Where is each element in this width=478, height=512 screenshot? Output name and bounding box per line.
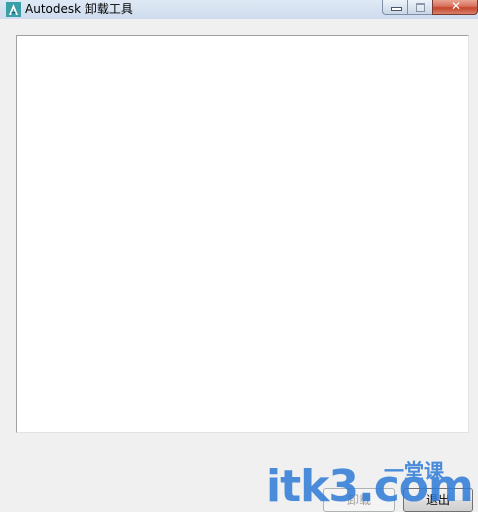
close-button[interactable]: ✕ [432, 0, 478, 15]
close-icon: ✕ [450, 0, 462, 13]
log-output-box[interactable] [16, 35, 469, 433]
app-window: Autodesk 卸载工具 ✕ 卸载 退出 itk3.com 一堂课 [0, 0, 478, 512]
window-title: Autodesk 卸载工具 [25, 2, 133, 16]
client-area: 卸载 退出 [7, 20, 473, 512]
caption-buttons: ✕ [382, 0, 478, 16]
minimize-icon [391, 7, 402, 11]
autodesk-logo-icon [6, 2, 21, 17]
maximize-button[interactable] [407, 0, 432, 15]
uninstall-button[interactable]: 卸载 [323, 488, 395, 512]
exit-button[interactable]: 退出 [403, 488, 473, 512]
minimize-button[interactable] [382, 0, 407, 15]
title-bar[interactable]: Autodesk 卸载工具 ✕ [0, 0, 478, 19]
maximize-icon [416, 3, 425, 12]
